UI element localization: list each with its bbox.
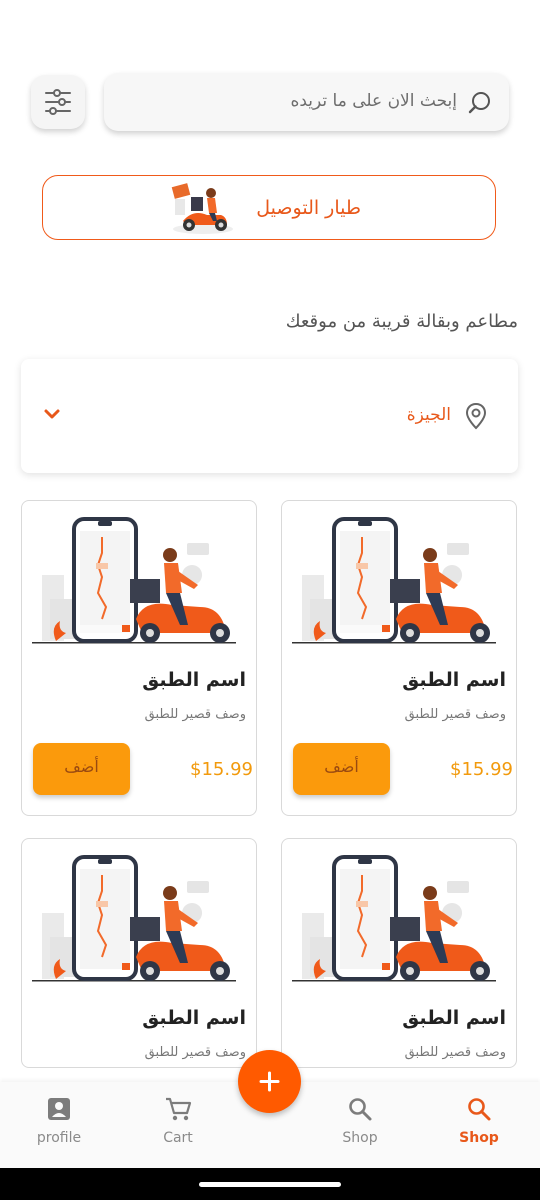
location-value: الجيزة [406, 405, 451, 425]
search-input[interactable]: إبحث الان على ما تريده [290, 91, 457, 111]
filter-sliders-icon [45, 89, 71, 115]
profile-icon [48, 1098, 70, 1120]
cart-icon [166, 1097, 192, 1121]
product-card[interactable]: اسم الطبق وصف قصير للطبق [281, 838, 517, 1068]
product-description: وصف قصير للطبق [404, 1045, 506, 1060]
product-price: $15.99 [190, 759, 253, 780]
product-price: $15.99 [450, 759, 513, 780]
search-bar[interactable]: إبحث الان على ما تريده [104, 73, 509, 131]
nav-label: profile [36, 1130, 82, 1146]
product-title: اسم الطبق [402, 669, 506, 691]
product-card[interactable]: اسم الطبق وصف قصير للطبق $15.99 أضف [21, 500, 257, 816]
product-title: اسم الطبق [142, 669, 246, 691]
plus-icon [259, 1071, 280, 1092]
delivery-label: طيار التوصيل [256, 197, 361, 219]
add-fab-button[interactable] [238, 1050, 301, 1113]
product-image [292, 517, 496, 644]
nav-item-shop-active[interactable]: Shop [434, 1096, 524, 1146]
filter-button[interactable] [31, 75, 85, 129]
nav-label: Cart [163, 1130, 193, 1146]
nav-label: Shop [342, 1130, 378, 1146]
search-icon [467, 90, 493, 116]
chevron-down-icon [44, 409, 60, 419]
product-description: وصف قصير للطبق [144, 707, 246, 722]
system-nav-bar [0, 1168, 540, 1200]
delivery-driver-button[interactable]: طيار التوصيل [42, 175, 496, 240]
search-icon [468, 1098, 491, 1121]
product-image [32, 855, 236, 982]
nav-label: Shop [459, 1130, 499, 1146]
home-indicator[interactable] [199, 1182, 341, 1187]
nav-item-cart[interactable]: Cart [133, 1096, 223, 1146]
product-description: وصف قصير للطبق [404, 707, 506, 722]
nav-item-profile[interactable]: profile [14, 1096, 104, 1146]
section-title: مطاعم وبقالة قريبة من موقعك [285, 311, 518, 332]
add-button-label: أضف [324, 757, 359, 776]
product-description: وصف قصير للطبق [144, 1045, 246, 1060]
product-card[interactable]: اسم الطبق وصف قصير للطبق [21, 838, 257, 1068]
search-icon [349, 1098, 372, 1121]
location-pin-icon [465, 402, 487, 430]
add-button[interactable]: أضف [293, 743, 390, 795]
add-button[interactable]: أضف [33, 743, 130, 795]
product-image [32, 517, 236, 644]
product-card[interactable]: اسم الطبق وصف قصير للطبق $15.99 أضف [281, 500, 517, 816]
location-dropdown[interactable]: الجيزة [21, 359, 518, 473]
product-image [292, 855, 496, 982]
product-title: اسم الطبق [142, 1007, 246, 1029]
product-title: اسم الطبق [402, 1007, 506, 1029]
nav-item-shop[interactable]: Shop [315, 1096, 405, 1146]
add-button-label: أضف [64, 757, 99, 776]
delivery-scooter-illustration [171, 183, 233, 234]
